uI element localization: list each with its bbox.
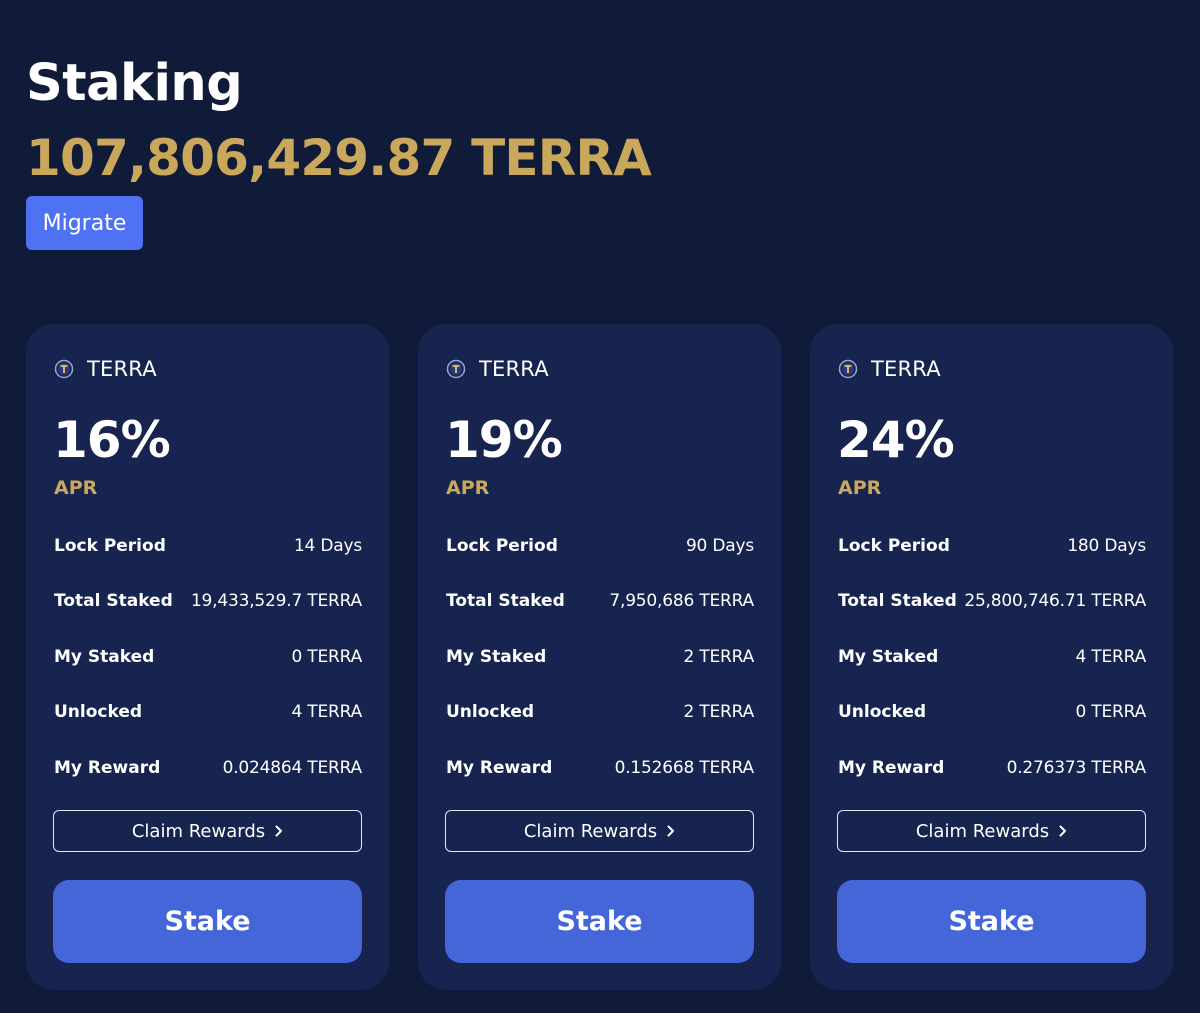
claim-rewards-button[interactable]: Claim Rewards [445,810,754,852]
page-title: Staking [26,54,243,113]
lock-period-label: Lock Period [54,536,166,556]
unlocked-label: Unlocked [54,702,143,722]
token-name: TERRA [479,357,549,381]
claim-rewards-button[interactable]: Claim Rewards [837,810,1146,852]
total-staked-amount: 107,806,429.87 TERRA [26,129,652,187]
apr-value: 19% [445,411,563,469]
my-staked-row: My Staked 0 TERRA [54,644,362,670]
lock-period-label: Lock Period [838,536,950,556]
my-reward-row: My Reward 0.024864 TERRA [54,755,362,781]
my-staked-label: My Staked [838,647,939,667]
lock-period-row: Lock Period 14 Days [54,533,362,559]
claim-rewards-button[interactable]: Claim Rewards [53,810,362,852]
migrate-button[interactable]: Migrate [26,196,143,250]
unlocked-row: Unlocked 2 TERRA [446,699,754,725]
unlocked-row: Unlocked 4 TERRA [54,699,362,725]
chevron-right-icon [1059,825,1067,837]
unlocked-label: Unlocked [838,702,927,722]
stake-button[interactable]: Stake [837,880,1146,963]
apr-label: APR [446,477,490,499]
total-staked-value: 7,950,686 TERRA [609,591,754,611]
my-staked-row: My Staked 2 TERRA [446,644,754,670]
pool-card-14-days: TERRA 16% APR Lock Period 14 Days Total … [26,324,389,990]
my-reward-row: My Reward 0.152668 TERRA [446,755,754,781]
apr-label: APR [54,477,98,499]
stake-button[interactable]: Stake [445,880,754,963]
terra-token-icon [54,359,74,379]
my-reward-value: 0.152668 TERRA [614,758,755,778]
my-staked-label: My Staked [446,647,547,667]
pool-card-90-days: TERRA 19% APR Lock Period 90 Days Total … [418,324,781,990]
apr-label: APR [838,477,882,499]
claim-rewards-label: Claim Rewards [131,820,266,842]
lock-period-value: 14 Days [293,536,362,556]
lock-period-label: Lock Period [446,536,558,556]
claim-rewards-label: Claim Rewards [915,820,1050,842]
unlocked-value: 0 TERRA [1075,702,1146,722]
my-reward-row: My Reward 0.276373 TERRA [838,755,1146,781]
my-reward-value: 0.024864 TERRA [222,758,363,778]
unlocked-value: 2 TERRA [683,702,754,722]
my-reward-label: My Reward [838,758,945,778]
total-staked-row: Total Staked 7,950,686 TERRA [446,588,754,614]
card-header: TERRA [54,356,157,382]
chevron-right-icon [667,825,675,837]
my-reward-label: My Reward [54,758,161,778]
lock-period-value: 180 Days [1067,536,1146,556]
my-reward-value: 0.276373 TERRA [1006,758,1147,778]
my-reward-label: My Reward [446,758,553,778]
lock-period-row: Lock Period 90 Days [446,533,754,559]
total-staked-row: Total Staked 19,433,529.7 TERRA [54,588,362,614]
apr-value: 24% [837,411,955,469]
token-name: TERRA [87,357,157,381]
my-staked-value: 2 TERRA [683,647,754,667]
pool-card-180-days: TERRA 24% APR Lock Period 180 Days Total… [810,324,1173,990]
total-staked-label: Total Staked [838,591,957,611]
unlocked-value: 4 TERRA [291,702,362,722]
total-staked-value: 25,800,746.71 TERRA [964,591,1146,611]
total-staked-label: Total Staked [446,591,565,611]
stake-button[interactable]: Stake [53,880,362,963]
lock-period-row: Lock Period 180 Days [838,533,1146,559]
total-staked-row: Total Staked 25,800,746.71 TERRA [838,588,1146,614]
unlocked-row: Unlocked 0 TERRA [838,699,1146,725]
terra-token-icon [446,359,466,379]
claim-rewards-label: Claim Rewards [523,820,658,842]
my-staked-label: My Staked [54,647,155,667]
total-staked-value: 19,433,529.7 TERRA [190,591,362,611]
my-staked-value: 4 TERRA [1075,647,1146,667]
chevron-right-icon [275,825,283,837]
card-header: TERRA [838,356,941,382]
my-staked-row: My Staked 4 TERRA [838,644,1146,670]
total-staked-label: Total Staked [54,591,173,611]
card-header: TERRA [446,356,549,382]
my-staked-value: 0 TERRA [291,647,362,667]
unlocked-label: Unlocked [446,702,535,722]
token-name: TERRA [871,357,941,381]
terra-token-icon [838,359,858,379]
lock-period-value: 90 Days [685,536,754,556]
apr-value: 16% [53,411,171,469]
